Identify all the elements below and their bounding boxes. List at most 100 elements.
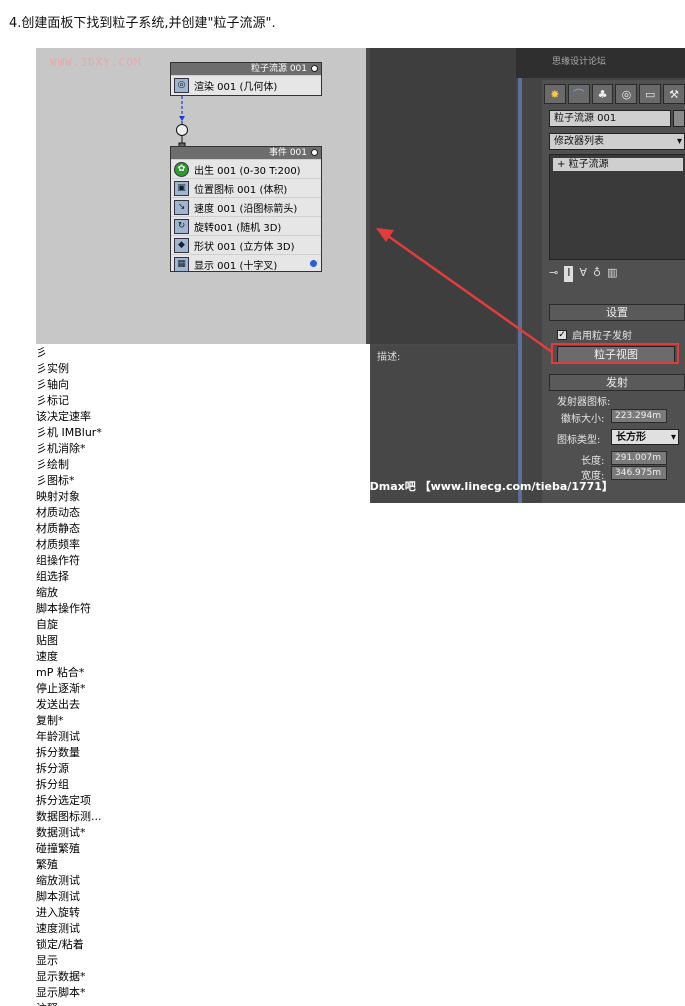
- depot-item[interactable]: 脚本测试: [36, 888, 370, 904]
- emit-rollout-header[interactable]: 发射: [549, 374, 685, 391]
- object-name-field[interactable]: 粒子流源 001: [549, 110, 671, 127]
- chevron-down-icon: ▾: [670, 432, 676, 443]
- depot-item-label: 贴图: [36, 634, 58, 647]
- logo-size-spinner[interactable]: 223.294m: [611, 409, 667, 423]
- source-node[interactable]: 粒子流源 001 ◎ 渲染 001 (几何体): [170, 62, 322, 96]
- depot-item[interactable]: 彡绘制: [36, 456, 370, 472]
- depot-item[interactable]: 脚本操作符: [36, 600, 370, 616]
- depot-item[interactable]: 注释: [36, 1000, 370, 1006]
- depot-item[interactable]: 拆分组: [36, 776, 370, 792]
- utilities-tab-icon[interactable]: ⚒: [663, 84, 685, 104]
- icon-type-dropdown[interactable]: 长方形 ▾: [611, 429, 679, 445]
- depot-item[interactable]: 材质动态: [36, 504, 370, 520]
- event-op-birth[interactable]: ✿ 出生 001 (0-30 T:200): [171, 159, 321, 178]
- depot-item[interactable]: 显示脚本*: [36, 984, 370, 1000]
- depot-item[interactable]: 缩放测试: [36, 872, 370, 888]
- depot-item[interactable]: 缩放: [36, 584, 370, 600]
- show-end-result-icon[interactable]: I: [564, 266, 574, 282]
- object-color-swatch[interactable]: [673, 110, 685, 127]
- modify-tab-icon[interactable]: ⌒: [567, 84, 590, 104]
- depot-item[interactable]: 材质静态: [36, 520, 370, 536]
- depot-item[interactable]: 彡: [36, 344, 370, 360]
- node-dot-icon: [311, 65, 318, 72]
- motion-tab-icon[interactable]: ◎: [615, 84, 638, 104]
- depot-item-label: 缩放测试: [36, 874, 80, 887]
- width-spinner[interactable]: 346.975m: [611, 466, 667, 480]
- remove-modifier-icon[interactable]: ♁: [593, 266, 601, 282]
- depot-item[interactable]: 彡图标*: [36, 472, 370, 488]
- depot-item[interactable]: 自旋: [36, 616, 370, 632]
- depot-item[interactable]: 组选择: [36, 568, 370, 584]
- depot-item[interactable]: 年龄测试: [36, 728, 370, 744]
- event-op-rotate[interactable]: ↻ 旋转001 (随机 3D): [171, 216, 321, 235]
- depot-item[interactable]: 繁殖: [36, 856, 370, 872]
- display-icon: ▦: [174, 256, 189, 272]
- length-label: 长度:: [581, 456, 605, 467]
- depot-item-label: 自旋: [36, 618, 58, 631]
- depot-item-label: 数据测试*: [36, 826, 86, 839]
- enable-emission-label: 启用粒子发射: [572, 331, 632, 342]
- enable-emission-row[interactable]: ✓ 启用粒子发射: [557, 327, 632, 342]
- depot-item-label: 组选择: [36, 570, 69, 583]
- hierarchy-tab-icon[interactable]: ♣: [591, 84, 614, 104]
- depot-item[interactable]: 彡标记: [36, 392, 370, 408]
- depot-item[interactable]: 拆分选定项: [36, 792, 370, 808]
- depot-item-label: 进入旋转: [36, 906, 80, 919]
- depot-item[interactable]: 数据测试*: [36, 824, 370, 840]
- event-op-speed[interactable]: ↘ 速度 001 (沿图标箭头): [171, 197, 321, 216]
- event-node-title: 事件 001: [171, 147, 321, 159]
- create-tab-icon[interactable]: ✸: [544, 84, 566, 104]
- depot-item[interactable]: 映射对象: [36, 488, 370, 504]
- configure-sets-icon[interactable]: ▥: [607, 266, 617, 282]
- modifier-list-dropdown[interactable]: 修改器列表 ▾: [549, 133, 685, 150]
- depot-item[interactable]: 进入旋转: [36, 904, 370, 920]
- event-op-shape[interactable]: ◆ 形状 001 (立方体 3D): [171, 235, 321, 254]
- depot-item[interactable]: 彡机 IMBlur*: [36, 424, 370, 440]
- position-icon: ▣: [174, 180, 189, 196]
- depot-item[interactable]: 彡轴向: [36, 376, 370, 392]
- depot-item[interactable]: 显示数据*: [36, 968, 370, 984]
- speed-icon: ↘: [174, 199, 189, 215]
- logo-size-label: 徽标大小:: [561, 414, 605, 425]
- depot-item[interactable]: 速度: [36, 648, 370, 664]
- depot-item[interactable]: 彡机消除*: [36, 440, 370, 456]
- annotation-arrow: [376, 228, 553, 354]
- instruction-caption: 4.创建面板下找到粒子系统,并创建"粒子流源".: [9, 16, 276, 31]
- setup-rollout-header[interactable]: 设置: [549, 304, 685, 321]
- depot-item[interactable]: 材质频率: [36, 536, 370, 552]
- depot-item-label: 彡绘制: [36, 458, 69, 471]
- depot-item[interactable]: 显示: [36, 952, 370, 968]
- length-spinner[interactable]: 291.007m: [611, 451, 667, 465]
- depot-item[interactable]: mP 粘合*: [36, 664, 370, 680]
- depot-item-label: 复制*: [36, 714, 64, 727]
- event-op-position[interactable]: ▣ 位置图标 001 (体积): [171, 178, 321, 197]
- depot-item-label: 彡机 IMBlur*: [36, 426, 102, 439]
- stack-item[interactable]: + 粒子流源: [553, 158, 683, 171]
- source-op-row[interactable]: ◎ 渲染 001 (几何体): [171, 75, 321, 94]
- depot-item-label: 彡轴向: [36, 378, 69, 391]
- depot-item[interactable]: 拆分数量: [36, 744, 370, 760]
- display-tab-icon[interactable]: ▭: [639, 84, 662, 104]
- depot-item-label: 年龄测试: [36, 730, 80, 743]
- watermark-text: WWW.3DXY.COM: [50, 56, 142, 69]
- depot-item-label: 彡标记: [36, 394, 69, 407]
- make-unique-icon[interactable]: ∀: [579, 266, 587, 282]
- depot-item-label: 彡: [36, 346, 47, 359]
- depot-item[interactable]: 贴图: [36, 632, 370, 648]
- modifier-stack[interactable]: + 粒子流源: [549, 154, 685, 260]
- depot-item[interactable]: 发送出去: [36, 696, 370, 712]
- event-op-display[interactable]: ▦ 显示 001 (十字叉): [171, 254, 321, 273]
- depot-items: 彡彡实例彡轴向彡标记 该决定速率彡机 IMBlur* 彡机消除* 彡绘制 彡图标* 映射对…: [36, 344, 370, 1006]
- depot-item[interactable]: 停止逐渐*: [36, 680, 370, 696]
- depot-item[interactable]: 彡实例: [36, 360, 370, 376]
- depot-item[interactable]: 锁定/粘着: [36, 936, 370, 952]
- depot-item[interactable]: 数据图标测...: [36, 808, 370, 824]
- depot-item[interactable]: 碰撞繁殖: [36, 840, 370, 856]
- event-node[interactable]: 事件 001 ✿ 出生 001 (0-30 T:200) ▣ 位置图标 001 …: [170, 146, 322, 272]
- depot-item[interactable]: 组操作符: [36, 552, 370, 568]
- depot-item[interactable]: 速度测试: [36, 920, 370, 936]
- depot-item[interactable]: 复制*: [36, 712, 370, 728]
- depot-item[interactable]: 拆分源: [36, 760, 370, 776]
- depot-item[interactable]: 该决定速率: [36, 408, 370, 424]
- expand-icon: +: [557, 159, 566, 170]
